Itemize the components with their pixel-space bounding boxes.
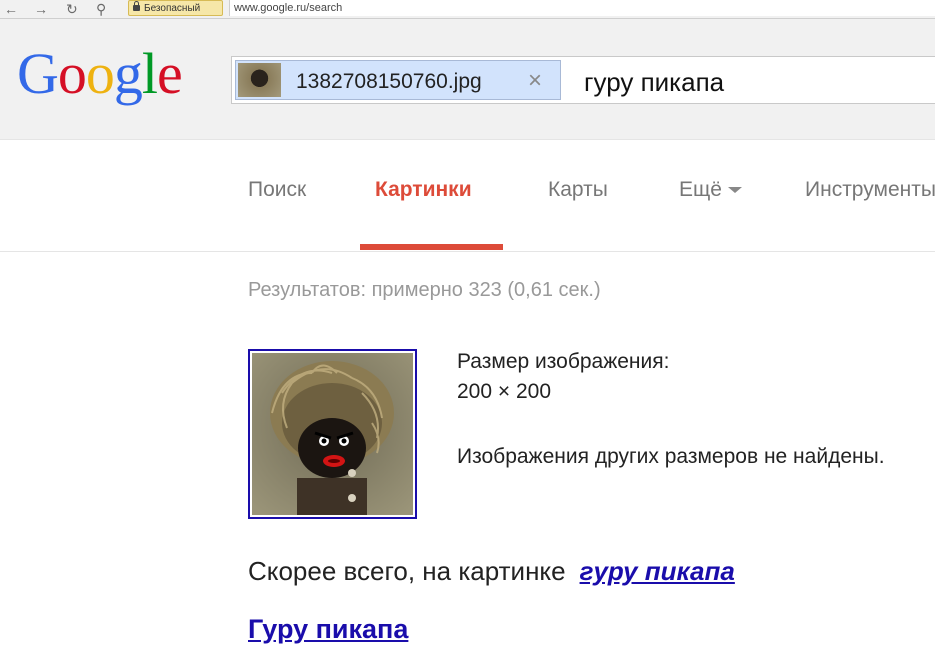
logo-letter: o — [85, 41, 115, 106]
tab-tools[interactable]: Инструменты — [805, 178, 935, 202]
secure-badge[interactable]: Безопасный — [128, 0, 223, 16]
search-header: Google 1382708150760.jpg × гуру пикапа — [0, 19, 935, 140]
result-title-link[interactable]: Гуру пикапа — [248, 614, 408, 645]
image-filename: 1382708150760.jpg — [296, 70, 482, 93]
image-size-value: 200 × 200 — [457, 380, 552, 403]
reload-icon[interactable]: ↻ — [66, 1, 78, 17]
logo-letter: e — [157, 41, 183, 106]
tab-maps[interactable]: Карты — [548, 178, 608, 202]
logo-letter: l — [141, 41, 158, 106]
tab-images[interactable]: Картинки — [375, 178, 472, 202]
back-arrow-icon[interactable]: ← — [4, 1, 18, 17]
tab-more-label: Ещё — [679, 178, 722, 201]
forward-arrow-icon[interactable]: → — [34, 1, 48, 17]
logo-letter: G — [17, 41, 59, 106]
close-icon[interactable]: × — [528, 67, 542, 95]
lock-icon — [133, 1, 140, 11]
google-logo[interactable]: Google — [17, 39, 183, 109]
logo-letter: o — [57, 41, 87, 106]
chevron-down-icon — [727, 187, 742, 194]
query-image-preview[interactable] — [248, 349, 417, 519]
search-box[interactable]: 1382708150760.jpg × гуру пикапа — [231, 56, 935, 104]
no-other-sizes-text: Изображения других размеров не найдены. — [457, 445, 885, 468]
best-guess: Скорее всего, на картинке гуру пикапа — [248, 556, 735, 587]
logo-letter: g — [113, 41, 143, 106]
search-query-text[interactable]: гуру пикапа — [584, 67, 724, 98]
active-tab-indicator — [360, 244, 503, 250]
address-bar[interactable]: www.google.ru/search — [229, 0, 935, 16]
best-guess-prefix: Скорее всего, на картинке — [248, 556, 566, 586]
image-query-chip[interactable]: 1382708150760.jpg × — [235, 60, 561, 100]
doll-image — [252, 353, 413, 515]
secure-label: Безопасный — [144, 3, 201, 14]
key-icon[interactable]: ⚲ — [96, 1, 106, 17]
tab-more[interactable]: Ещё — [679, 178, 742, 202]
search-tabs: Поиск Картинки Карты Ещё Инструменты — [0, 140, 935, 252]
result-stats: Результатов: примерно 323 (0,61 сек.) — [248, 279, 601, 301]
browser-toolbar: ← → ↻ ⚲ Безопасный www.google.ru/search — [0, 0, 935, 19]
tab-search[interactable]: Поиск — [248, 178, 306, 202]
image-size-label: Размер изображения: — [457, 350, 670, 373]
query-image-thumbnail — [238, 63, 281, 97]
best-guess-link[interactable]: гуру пикапа — [580, 556, 735, 586]
